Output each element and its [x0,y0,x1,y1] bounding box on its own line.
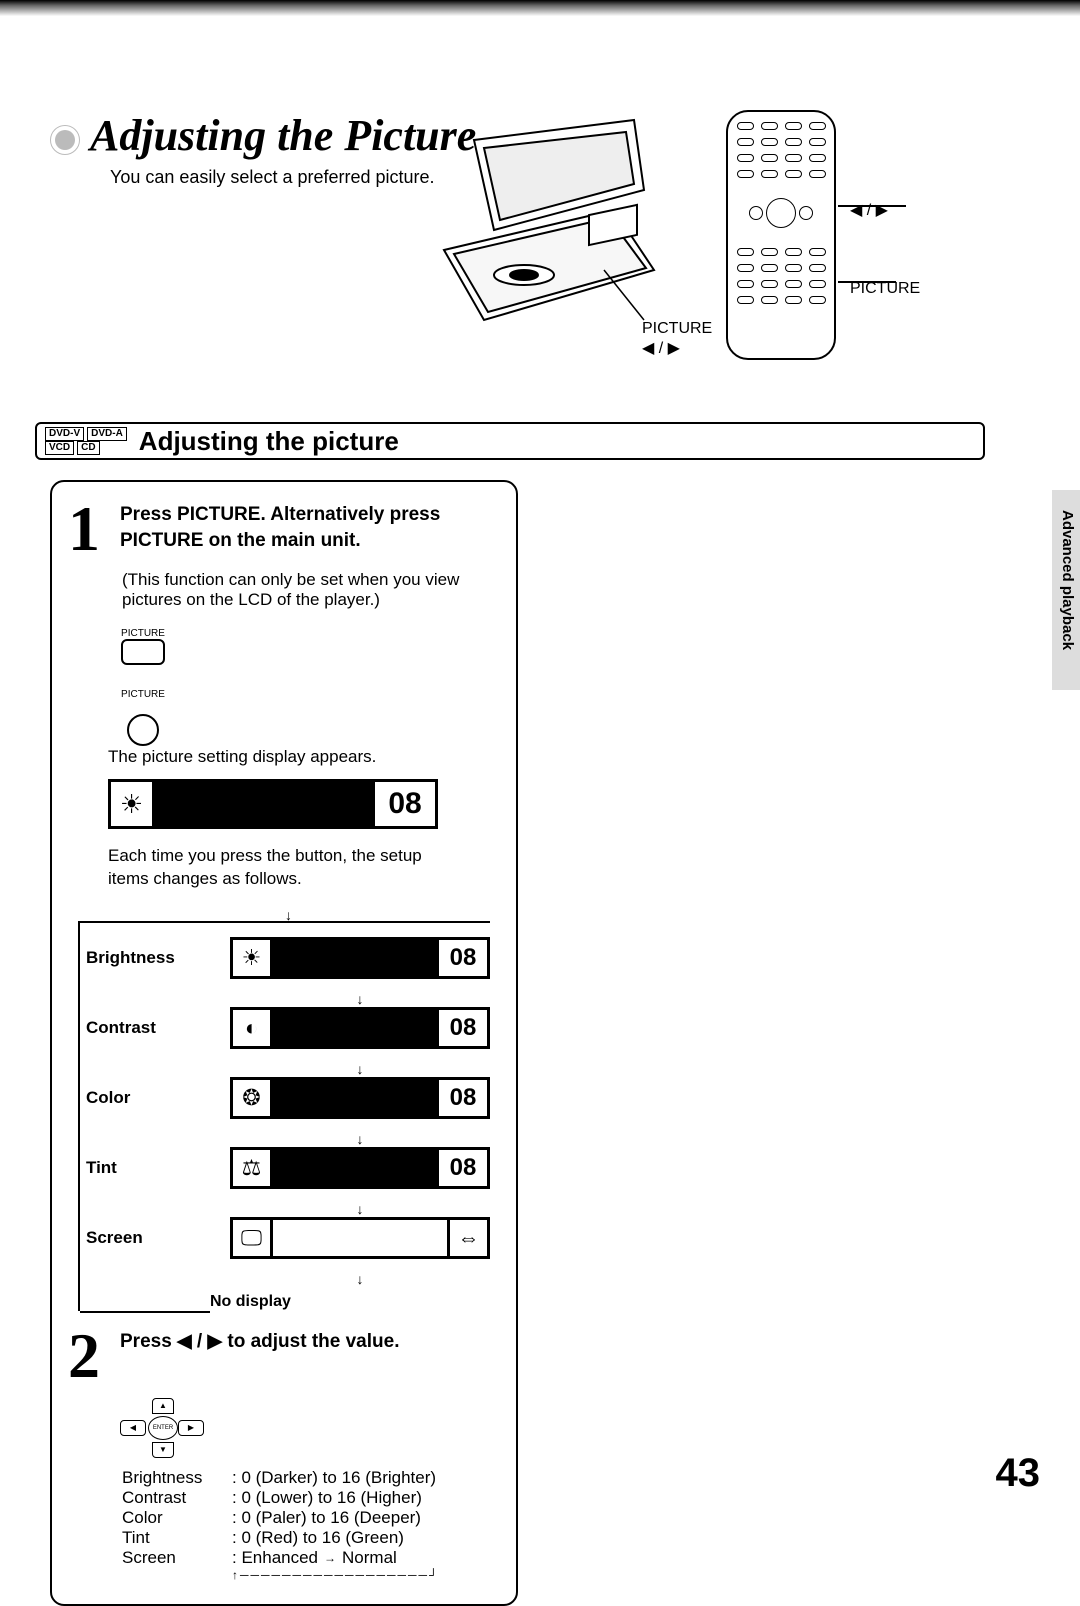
cycle-value: 08 [439,944,487,972]
step-number: 1 [68,502,112,556]
device-picture-label: PICTURE [642,320,712,338]
range-name: Tint [122,1528,232,1548]
side-tab-label: Advanced playback [1059,510,1076,650]
color-icon: ❂ [233,1080,273,1116]
range-name: Color [122,1508,232,1528]
picture-button-diagram: PICTURE PICTURE [108,628,178,746]
device-label-group: PICTURE ◀ / ▶ [642,320,712,358]
range-desc-a: : Enhanced [232,1548,318,1568]
screen-icon: 🖵 [233,1220,273,1256]
cycle-label: Color [80,1088,200,1108]
down-arrow-icon: ↓ [230,1201,490,1217]
step-1-desc-1: The picture setting display appears. [108,746,438,769]
range-desc: : 0 (Darker) to 16 (Brighter) [232,1468,436,1488]
section-title: Adjusting the picture [139,426,399,457]
instruction-panel: 1 Press PICTURE. Alternatively press PIC… [50,480,518,1606]
down-arrow-icon: ↓ [230,1061,490,1077]
cycle-row-brightness: Brightness ☀ 08 [80,937,490,979]
step-1-note: (This function can only be set when you … [122,570,500,610]
cycle-label: Contrast [80,1018,200,1038]
page-title: Adjusting the Picture [90,110,476,161]
brightness-icon: ☀ [233,940,273,976]
left-arrow-icon: ◀ [120,1420,146,1436]
cycle-label: Screen [80,1228,200,1248]
right-arrow-icon: → [318,1551,342,1565]
step-number: 2 [68,1329,112,1383]
enter-icon: ENTER [148,1416,178,1440]
cycle-row-color: Color ❂ 08 [80,1077,490,1119]
cycle-row-tint: Tint ⚖ 08 [80,1147,490,1189]
range-desc-b: Normal [342,1548,397,1568]
remote-label-group: ◀ / ▶ PICTURE [850,200,920,298]
top-gradient [0,0,1080,18]
remote-dpad-icon [751,186,811,240]
setting-cycle-diagram: ↓ Brightness ☀ 08 ↓ Contrast ◐ 08 ↓ [78,921,490,1311]
range-name: Contrast [122,1488,232,1508]
range-desc: : 0 (Lower) to 16 (Higher) [232,1488,422,1508]
disc-badges: DVD-V DVD-A VCD CD [45,427,127,455]
tint-icon: ⚖ [233,1150,273,1186]
cycle-label: Brightness [80,948,200,968]
step-1-heading: Press PICTURE. Alternatively press PICTU… [120,502,500,556]
right-arrow-icon: ▶ [178,1420,204,1436]
cycle-row-screen: Screen 🖵 ⇔ [80,1217,490,1259]
screen-mode-icon: ⇔ [447,1220,487,1256]
up-arrow-icon: ▲ [152,1398,174,1414]
cycle-label: Tint [80,1158,200,1178]
cycle-value: 08 [439,1014,487,1042]
brightness-icon: ☀ [111,782,155,826]
badge-cd: CD [77,441,99,455]
step-2: 2 Press ◀ / ▶ to adjust the value. [68,1329,500,1383]
range-name: Brightness [122,1468,232,1488]
dpad-diagram-icon: ▲ ▼ ◀ ▶ ENTER [112,1398,212,1458]
osd-example-value: 08 [375,787,435,821]
osd-fill-icon [155,782,375,826]
badge-vcd: VCD [45,441,74,455]
title-bullet-icon [50,125,80,155]
badge-dvd-v: DVD-V [45,427,84,441]
value-ranges: Brightness: 0 (Darker) to 16 (Brighter) … [122,1468,500,1582]
cycle-value: 08 [439,1084,487,1112]
loop-arrow-icon: ↑──────────────────┘ [232,1568,500,1582]
down-arrow-icon: ↓ [285,907,292,923]
cycle-row-contrast: Contrast ◐ 08 [80,1007,490,1049]
no-display-label: No display [210,1293,490,1311]
remote-picture-label: PICTURE [850,280,920,298]
range-desc: : 0 (Paler) to 16 (Deeper) [232,1508,421,1528]
down-arrow-icon: ▼ [152,1442,174,1458]
osd-example-bar: ☀ 08 [108,779,438,829]
down-arrow-icon: ↓ [230,1271,490,1287]
contrast-icon: ◐ [233,1010,273,1046]
picture-remote-button-icon [121,639,165,665]
down-arrow-icon: ↓ [230,1131,490,1147]
side-tab-text: Advanced playback [1059,510,1076,650]
device-arrows-label: ◀ / ▶ [642,338,712,358]
down-arrow-icon: ↓ [230,991,490,1007]
picture-btn-label-top: PICTURE [108,628,178,639]
picture-btn-label-bottom: PICTURE [108,689,178,700]
step-1-desc-2: Each time you press the button, the setu… [108,845,438,891]
page-number: 43 [996,1451,1041,1496]
section-header: DVD-V DVD-A VCD CD Adjusting the picture [35,422,985,460]
step-2-heading: Press ◀ / ▶ to adjust the value. [120,1329,399,1355]
remote-illustration [726,110,836,360]
step-1: 1 Press PICTURE. Alternatively press PIC… [68,502,500,556]
device-illustration [434,110,664,340]
range-name: Screen [122,1548,232,1568]
badge-dvd-a: DVD-A [87,427,127,441]
remote-arrows-label: ◀ / ▶ [850,200,920,220]
cycle-value: 08 [439,1154,487,1182]
picture-main-button-icon [127,714,159,746]
range-desc: : 0 (Red) to 16 (Green) [232,1528,404,1548]
